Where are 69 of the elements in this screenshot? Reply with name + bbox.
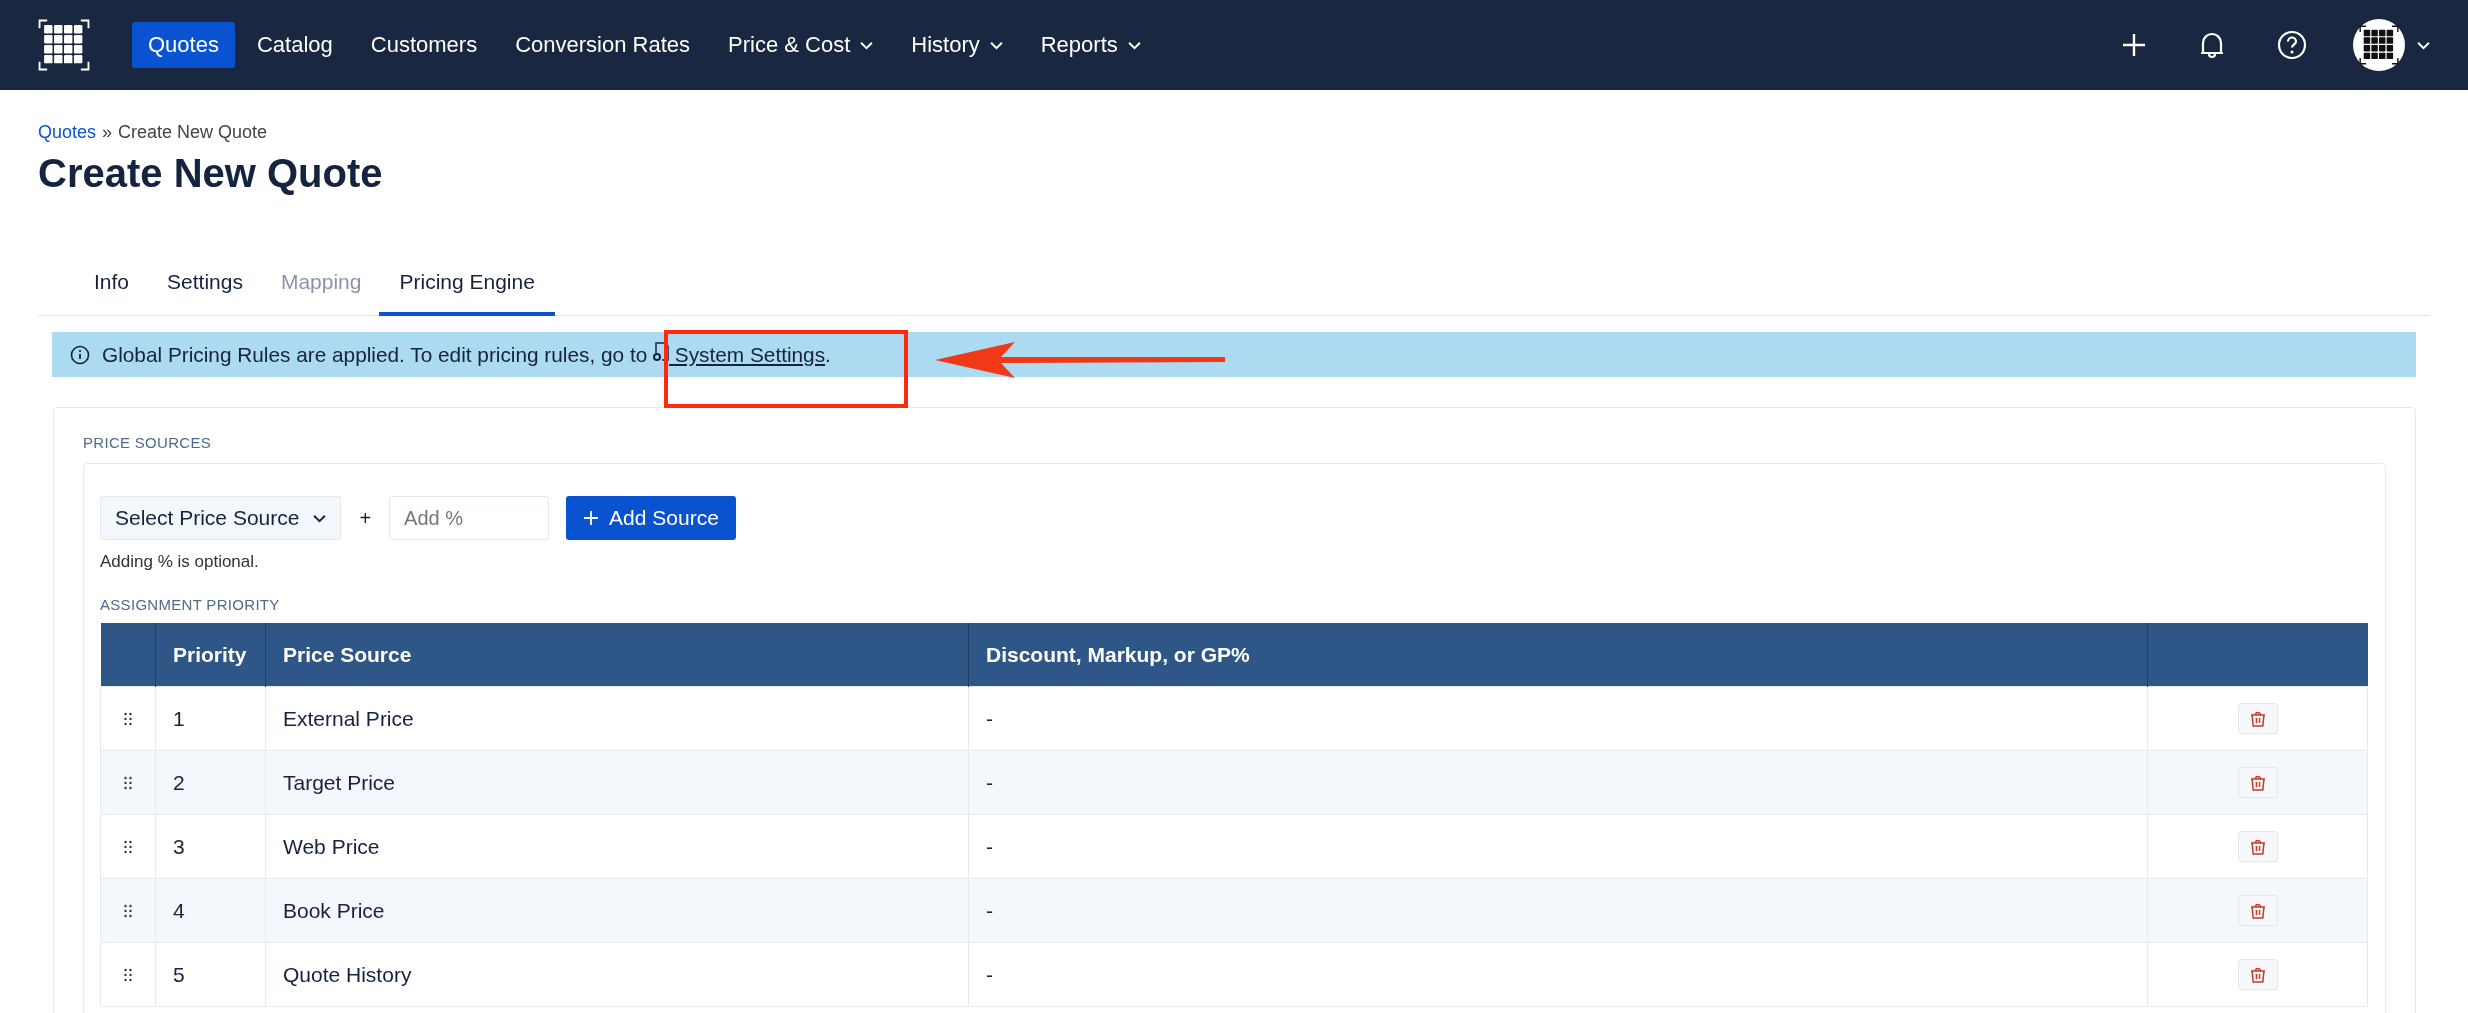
table-cell: 1 xyxy=(155,686,266,751)
drag-handle-icon[interactable] xyxy=(124,967,132,982)
table-cell: - xyxy=(968,750,2148,815)
caret-icon xyxy=(2417,41,2430,50)
add-source-button[interactable]: Add Source xyxy=(566,496,736,540)
trash-icon xyxy=(2249,901,2266,920)
logo-icon[interactable] xyxy=(38,19,90,71)
drag-handle-icon[interactable] xyxy=(124,711,132,726)
tab[interactable]: Pricing Engine xyxy=(379,254,555,316)
table-cell: - xyxy=(968,878,2148,943)
caret-icon xyxy=(860,40,874,50)
table-cell: - xyxy=(968,686,2148,751)
table-cell: Web Price xyxy=(265,814,969,879)
delete-button[interactable] xyxy=(2237,767,2278,798)
breadcrumb-separator: » xyxy=(102,122,113,143)
price-source-select[interactable]: Select Price Source xyxy=(100,496,342,540)
trash-icon xyxy=(2249,965,2266,984)
drag-handle-icon[interactable] xyxy=(124,903,132,918)
table-cell: Quote History xyxy=(265,942,969,1007)
avatar-icon[interactable] xyxy=(2353,19,2405,71)
drag-handle-icon[interactable] xyxy=(124,775,132,790)
section-heading: ASSIGNMENT PRIORITY xyxy=(100,596,281,613)
nav-item[interactable]: Price & Cost xyxy=(712,22,890,68)
table-cell: 3 xyxy=(155,814,266,879)
help-icon[interactable] xyxy=(2277,30,2307,60)
caret-icon xyxy=(989,40,1003,50)
column-header: Discount, Markup, or GP% xyxy=(968,623,2148,687)
bell-icon[interactable] xyxy=(2199,30,2225,60)
table-cell: 2 xyxy=(155,750,266,815)
plus-sign: + xyxy=(359,506,372,530)
table-cell: 4 xyxy=(155,878,266,943)
table-cell: - xyxy=(968,942,2148,1007)
table-cell: 5 xyxy=(155,942,266,1007)
plus-icon xyxy=(583,510,600,526)
banner-text: Global Pricing Rules are applied. To edit pricing rules, go to System Settings. xyxy=(102,342,831,367)
nav-item[interactable]: History xyxy=(895,22,1019,68)
column-header: Price Source xyxy=(265,623,969,687)
breadcrumb-link[interactable]: Quotes xyxy=(38,122,97,143)
nav-item[interactable]: Customers xyxy=(354,22,494,68)
percent-input[interactable]: Add % xyxy=(389,496,550,540)
column-header: Priority xyxy=(155,623,266,687)
delete-button[interactable] xyxy=(2237,703,2278,734)
document-gear-icon xyxy=(653,342,670,362)
nav-item[interactable]: Quotes xyxy=(132,22,235,68)
tab[interactable]: Info xyxy=(74,254,150,316)
nav-item[interactable]: Catalog xyxy=(240,22,349,68)
trash-icon xyxy=(2249,773,2266,792)
delete-button[interactable] xyxy=(2237,959,2278,990)
delete-button[interactable] xyxy=(2237,831,2278,862)
caret-icon xyxy=(1127,40,1141,50)
delete-button[interactable] xyxy=(2237,895,2278,926)
trash-icon xyxy=(2249,837,2266,856)
nav-item[interactable]: Conversion Rates xyxy=(499,22,706,68)
tab[interactable]: Settings xyxy=(147,254,263,316)
table-cell: External Price xyxy=(265,686,969,751)
trash-icon xyxy=(2249,709,2266,728)
page-title: Create New Quote xyxy=(38,151,384,196)
table-cell: Book Price xyxy=(265,878,969,943)
breadcrumb-current: Create New Quote xyxy=(118,122,268,143)
nav-item[interactable]: Reports xyxy=(1024,22,1157,68)
table-cell: - xyxy=(968,814,2148,879)
system-settings-link[interactable]: System Settings xyxy=(653,343,826,366)
plus-icon[interactable] xyxy=(2121,32,2147,58)
caret-icon xyxy=(313,513,327,523)
info-icon xyxy=(70,344,90,365)
section-heading: PRICE SOURCES xyxy=(83,434,213,451)
table-cell: Target Price xyxy=(265,750,969,815)
hint-text: Adding % is optional. xyxy=(100,552,260,572)
drag-handle-icon[interactable] xyxy=(124,839,132,854)
